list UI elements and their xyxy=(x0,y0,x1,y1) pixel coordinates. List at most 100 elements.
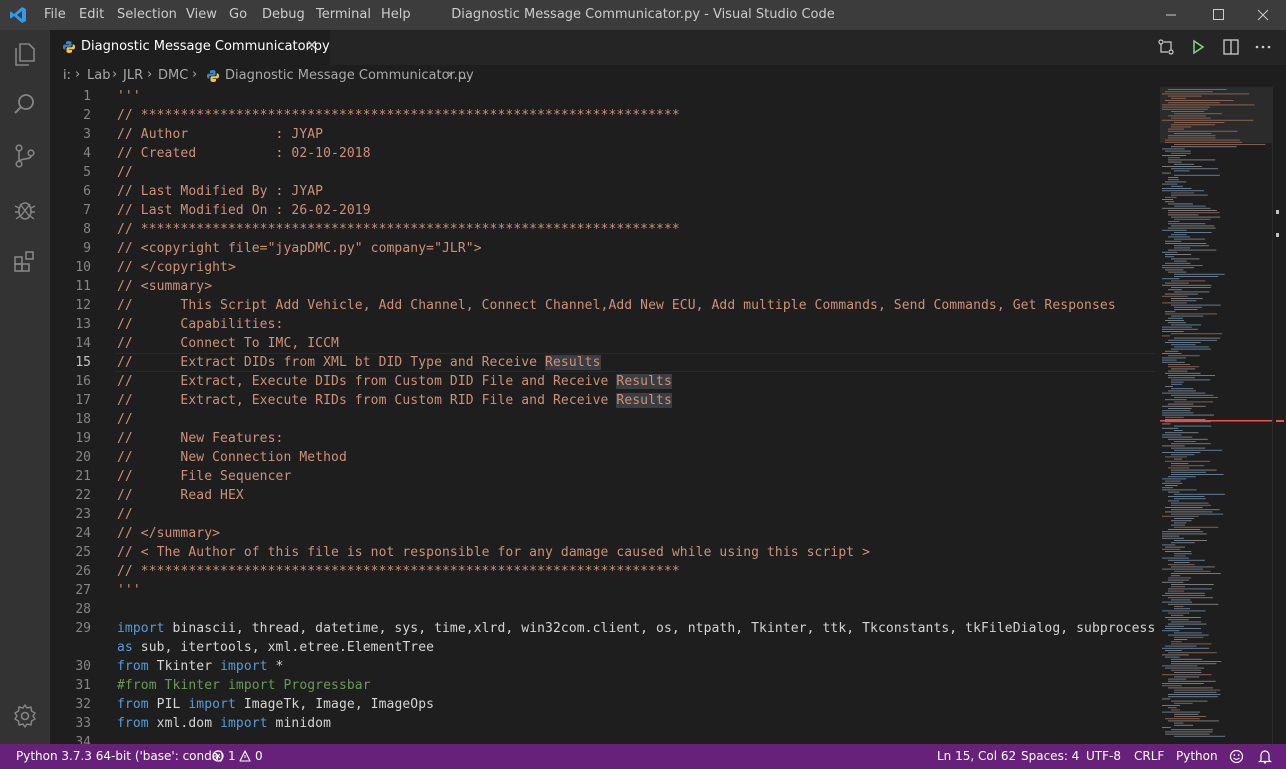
minimap-line xyxy=(1162,665,1198,667)
code-line[interactable]: // New Features: xyxy=(117,429,283,448)
encoding[interactable]: UTF-8 xyxy=(1086,749,1121,763)
minimap-line xyxy=(1174,291,1210,293)
code-line[interactable]: // Created : 02-10-2018 xyxy=(117,144,371,163)
code-line[interactable]: // *************************************… xyxy=(117,220,680,239)
code-line[interactable]: // Last Modified On : 26-02-2019 xyxy=(117,201,371,220)
minimap-line xyxy=(1162,190,1205,192)
error-count[interactable]: 1 xyxy=(228,749,236,763)
tab-close-icon[interactable]: ✕ xyxy=(306,38,318,54)
minimap-line xyxy=(1162,359,1177,361)
minimap-line xyxy=(1162,610,1206,612)
open-changes-icon[interactable] xyxy=(1157,38,1175,56)
settings-gear-icon[interactable] xyxy=(12,703,38,729)
code-line[interactable]: // *************************************… xyxy=(117,562,680,581)
warning-icon[interactable] xyxy=(239,750,251,762)
python-interpreter[interactable]: Python 3.7.3 64-bit ('base': conda) xyxy=(16,749,224,763)
editor-tab-active[interactable]: Diagnostic Message Communicator.py ✕ xyxy=(50,30,330,65)
code-line[interactable]: from xml.dom import minidom xyxy=(117,714,331,733)
menu-selection[interactable]: Selection xyxy=(117,7,177,22)
extensions-icon[interactable] xyxy=(12,248,38,274)
code-line[interactable]: // New Connection Method xyxy=(117,448,347,467)
error-icon[interactable] xyxy=(212,750,224,762)
feedback-smiley-icon[interactable] xyxy=(1229,749,1244,764)
code-line[interactable]: ''' xyxy=(117,87,141,106)
line-number: 28 xyxy=(75,602,91,617)
menu-view[interactable]: View xyxy=(186,7,217,22)
code-line[interactable]: // <copyright file="jyapDMC.py" company=… xyxy=(117,239,482,258)
menu-terminal[interactable]: Terminal xyxy=(316,7,371,22)
menu-edit[interactable]: Edit xyxy=(79,7,104,22)
code-line[interactable]: // This Script Add Vehicle, Add Channel,… xyxy=(117,296,1116,315)
code-line[interactable]: // Capabilities: xyxy=(117,315,283,334)
code-line[interactable]: // Extract, Execute RIDs from Custom RID… xyxy=(117,391,672,410)
minimap-line xyxy=(1168,652,1217,654)
line-number: 10 xyxy=(75,260,91,275)
minimap-line xyxy=(1162,392,1206,394)
minimap-line xyxy=(1162,711,1201,713)
code-line[interactable]: // Extract DIDs from XML bt DID Type and… xyxy=(117,353,601,372)
breadcrumb-drive[interactable]: i: xyxy=(63,68,71,83)
code-line-comment[interactable]: #from Tkinter import Progressbar xyxy=(117,676,371,695)
code-keyword: from xyxy=(117,716,149,731)
search-icon[interactable] xyxy=(12,91,38,117)
explorer-icon[interactable] xyxy=(12,41,38,67)
code-line[interactable]: // xyxy=(117,163,133,182)
minimap-line xyxy=(1165,342,1201,343)
code-line[interactable]: ''' xyxy=(117,581,141,600)
minimap[interactable] xyxy=(1160,87,1272,744)
warning-count[interactable]: 0 xyxy=(255,749,263,763)
split-editor-icon[interactable] xyxy=(1222,38,1240,56)
breadcrumb-symbols[interactable]: ... xyxy=(459,68,471,83)
breadcrumb-file[interactable]: Diagnostic Message Communicator.py xyxy=(225,68,474,83)
more-actions-icon[interactable] xyxy=(1254,38,1272,56)
code-line[interactable]: // </summary> xyxy=(117,524,220,543)
code-line[interactable]: // Connect To IMC, ICCM xyxy=(117,334,339,353)
code-line[interactable]: from PIL import ImageTk, Image, ImageOps xyxy=(117,695,434,714)
menu-debug[interactable]: Debug xyxy=(262,7,305,22)
breadcrumb-lab[interactable]: Lab xyxy=(87,68,110,83)
code-editor[interactable]: 1 ''' 2 // ********************************… xyxy=(50,87,1160,744)
minimap-line xyxy=(1171,729,1213,731)
code-line[interactable]: import binascii, thread, datetime, sys, … xyxy=(117,619,1155,638)
minimap-line xyxy=(1171,168,1219,170)
code-line[interactable]: // xyxy=(117,505,133,524)
minimap-line xyxy=(1171,566,1215,568)
menu-help[interactable]: Help xyxy=(381,7,411,22)
minimize-icon[interactable] xyxy=(1148,0,1194,30)
code-line[interactable]: // xyxy=(117,410,133,429)
code-line[interactable]: // File Sequencer xyxy=(117,467,291,486)
notifications-bell-icon[interactable] xyxy=(1258,749,1272,764)
minimap-line xyxy=(1174,346,1209,348)
menu-go[interactable]: Go xyxy=(229,7,247,22)
minimap-line xyxy=(1165,419,1206,420)
minimap-line xyxy=(1174,722,1184,724)
code-line[interactable]: // </copyright> xyxy=(117,258,236,277)
minimap-viewport[interactable] xyxy=(1160,87,1272,143)
minimap-line xyxy=(1174,306,1202,308)
menu-file[interactable]: File xyxy=(44,7,66,22)
run-file-icon[interactable] xyxy=(1189,38,1207,56)
indentation[interactable]: Spaces: 4 xyxy=(1021,749,1079,763)
vertical-scrollbar[interactable] xyxy=(1272,87,1286,744)
code-line[interactable]: // Last Modified By : JYAP xyxy=(117,182,323,201)
breadcrumb-jlr[interactable]: JLR xyxy=(123,68,143,83)
code-line[interactable]: // < The Author of this file is not resp… xyxy=(117,543,870,562)
maximize-icon[interactable] xyxy=(1195,0,1241,30)
minimap-line xyxy=(1174,689,1221,691)
end-of-line[interactable]: CRLF xyxy=(1134,749,1164,763)
code-line[interactable]: // Extract, Execute DIDs from Custom DID… xyxy=(117,372,672,391)
code-line[interactable]: // Read HEX xyxy=(117,486,244,505)
breadcrumb-dmc[interactable]: DMC xyxy=(158,68,188,83)
source-control-icon[interactable] xyxy=(12,143,38,169)
close-window-icon[interactable] xyxy=(1240,0,1286,30)
minimap-line xyxy=(1171,333,1223,335)
language-mode[interactable]: Python xyxy=(1176,749,1218,763)
code-line[interactable]: from Tkinter import * xyxy=(117,657,283,676)
code-line[interactable]: // Author : JYAP xyxy=(117,125,323,144)
cursor-position[interactable]: Ln 15, Col 62 xyxy=(937,749,1016,763)
code-line[interactable]: // *************************************… xyxy=(117,106,680,125)
debug-icon[interactable] xyxy=(12,196,38,222)
code-line[interactable]: // <summary> xyxy=(117,277,212,296)
code-text: minidom xyxy=(267,716,332,731)
code-line-wrapped[interactable]: as sub, itertools, xml.etree.ElementTree xyxy=(117,638,434,657)
